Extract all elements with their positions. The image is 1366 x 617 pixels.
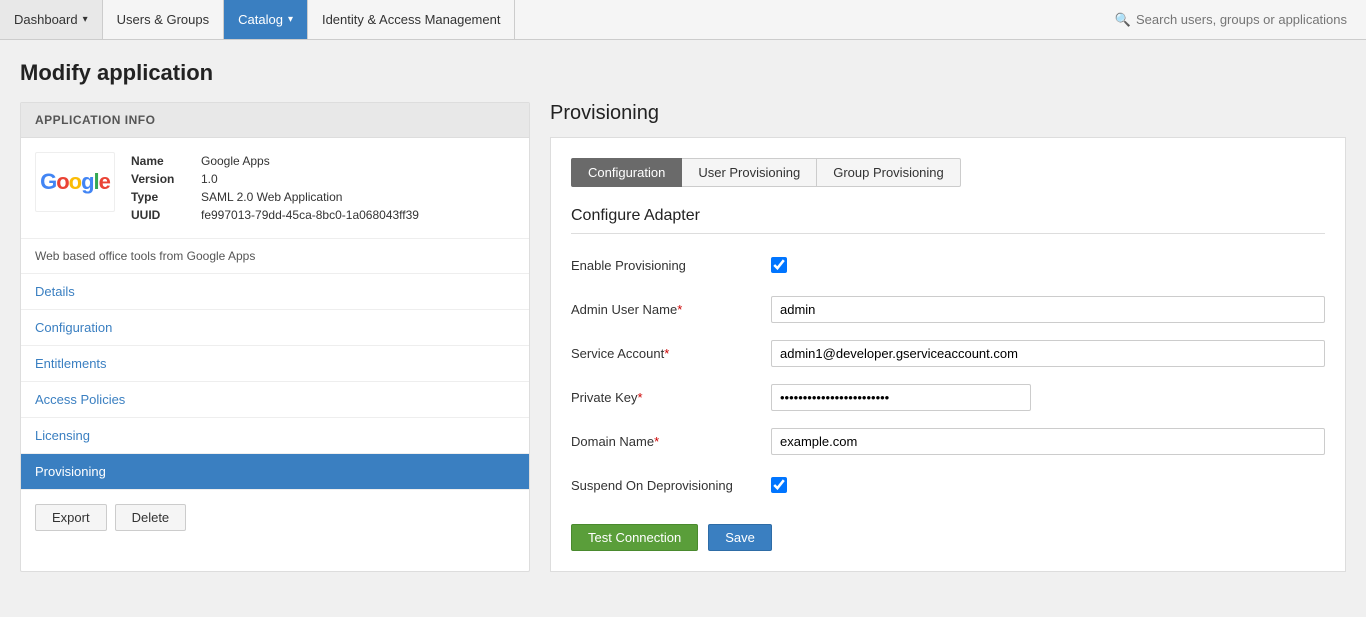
page-content: Modify application APPLICATION INFO Goog… — [0, 40, 1366, 592]
sidebar-item-access-policies[interactable]: Access Policies — [21, 382, 529, 418]
search-icon: 🔍 — [1115, 12, 1131, 28]
uuid-label: UUID — [131, 206, 201, 224]
search-bar: 🔍 — [1115, 12, 1366, 28]
service-account-input[interactable] — [771, 340, 1325, 367]
version-value: 1.0 — [201, 170, 515, 188]
app-description: Web based office tools from Google Apps — [21, 239, 529, 274]
google-logo: Google — [40, 169, 110, 195]
nav-dropdown-arrow-catalog: ▾ — [288, 14, 293, 25]
enable-provisioning-row: Enable Provisioning — [571, 250, 1325, 280]
suspend-deprovisioning-row: Suspend On Deprovisioning — [571, 470, 1325, 500]
sidebar-item-details[interactable]: Details — [21, 274, 529, 310]
configure-adapter-title: Configure Adapter — [571, 207, 1325, 225]
domain-required-star: * — [654, 434, 659, 449]
private-key-input[interactable] — [771, 384, 1031, 411]
configure-divider — [571, 233, 1325, 234]
admin-user-name-row: Admin User Name* — [571, 294, 1325, 324]
nav-item-iam[interactable]: Identity & Access Management — [308, 0, 515, 39]
sidebar-item-licensing[interactable]: Licensing — [21, 418, 529, 454]
page-title: Modify application — [20, 60, 1346, 86]
app-info-header: APPLICATION INFO — [21, 103, 529, 138]
version-label: Version — [131, 170, 201, 188]
app-info-content: Google Name Google Apps Version 1.0 — [21, 138, 529, 239]
nav-item-dashboard[interactable]: Dashboard ▾ — [0, 0, 103, 39]
search-input[interactable] — [1136, 12, 1356, 27]
top-navigation: Dashboard ▾ Users & Groups Catalog ▾ Ide… — [0, 0, 1366, 40]
enable-provisioning-checkbox[interactable] — [771, 257, 787, 273]
tab-user-provisioning[interactable]: User Provisioning — [681, 158, 817, 187]
service-required-star: * — [664, 346, 669, 361]
sidebar-item-provisioning[interactable]: Provisioning — [21, 454, 529, 490]
admin-user-name-input[interactable] — [771, 296, 1325, 323]
nav-label-dashboard: Dashboard — [14, 12, 78, 27]
type-label: Type — [131, 188, 201, 206]
service-account-row: Service Account* — [571, 338, 1325, 368]
app-logo: Google — [35, 152, 115, 212]
suspend-deprovisioning-checkbox[interactable] — [771, 477, 787, 493]
nav-item-users-groups[interactable]: Users & Groups — [103, 0, 224, 39]
uuid-value: fe997013-79dd-45ca-8bc0-1a068043ff39 — [201, 206, 515, 224]
provisioning-title: Provisioning — [550, 102, 1346, 125]
right-panel: Provisioning Configuration User Provisio… — [530, 102, 1346, 572]
service-account-label: Service Account* — [571, 346, 771, 361]
nav-dropdown-arrow-dashboard: ▾ — [83, 14, 88, 25]
domain-name-label: Domain Name* — [571, 434, 771, 449]
nav-item-catalog[interactable]: Catalog ▾ — [224, 0, 308, 39]
private-key-required-star: * — [637, 390, 642, 405]
test-connection-button[interactable]: Test Connection — [571, 524, 698, 551]
type-value: SAML 2.0 Web Application — [201, 188, 515, 206]
right-panel-inner: Configuration User Provisioning Group Pr… — [550, 137, 1346, 572]
nav-label-iam: Identity & Access Management — [322, 12, 500, 27]
left-panel: APPLICATION INFO Google Name Google Apps — [20, 102, 530, 572]
domain-name-row: Domain Name* — [571, 426, 1325, 456]
admin-required-star: * — [677, 302, 682, 317]
nav-label-catalog: Catalog — [238, 12, 283, 27]
app-details-table: Name Google Apps Version 1.0 Type SAML 2… — [131, 152, 515, 224]
sidebar-item-configuration[interactable]: Configuration — [21, 310, 529, 346]
name-value: Google Apps — [201, 152, 515, 170]
admin-user-name-label: Admin User Name* — [571, 302, 771, 317]
action-buttons: Test Connection Save — [571, 524, 1325, 551]
enable-provisioning-label: Enable Provisioning — [571, 258, 771, 273]
suspend-deprovisioning-label: Suspend On Deprovisioning — [571, 478, 771, 493]
tabs-bar: Configuration User Provisioning Group Pr… — [571, 158, 1325, 187]
private-key-label: Private Key* — [571, 390, 771, 405]
tab-group-provisioning[interactable]: Group Provisioning — [816, 158, 961, 187]
name-label: Name — [131, 152, 201, 170]
main-layout: APPLICATION INFO Google Name Google Apps — [20, 102, 1346, 572]
tab-configuration[interactable]: Configuration — [571, 158, 682, 187]
private-key-row: Private Key* — [571, 382, 1325, 412]
save-button[interactable]: Save — [708, 524, 772, 551]
bottom-buttons: Export Delete — [21, 490, 529, 545]
sidebar-item-entitlements[interactable]: Entitlements — [21, 346, 529, 382]
export-button[interactable]: Export — [35, 504, 107, 531]
nav-label-users-groups: Users & Groups — [117, 12, 209, 27]
domain-name-input[interactable] — [771, 428, 1325, 455]
delete-button[interactable]: Delete — [115, 504, 187, 531]
